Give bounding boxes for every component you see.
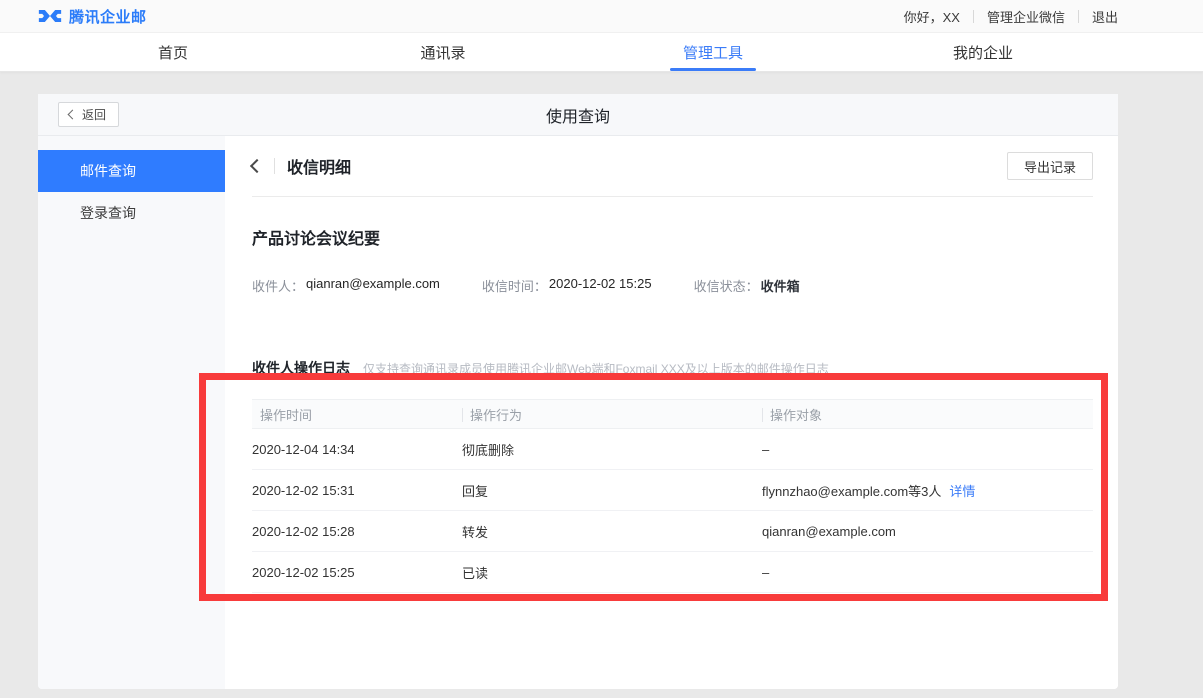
main-content: 收信明细 导出记录 产品讨论会议纪要 收件人： qianran@example.… [225,136,1118,689]
mail-meta: 收件人： qianran@example.com 收信时间： 2020-12-0… [252,276,1093,295]
receive-time-label: 收信时间： [482,276,547,295]
column-header-target: 操作对象 [762,400,1093,428]
tab-my-company[interactable]: 我的企业 [848,33,1118,71]
sidebar-item-mail-query[interactable]: 邮件查询 [38,150,225,192]
detail-header: 收信明细 导出记录 [252,136,1093,197]
panel-header: 返回 使用查询 [38,94,1118,136]
cell-time: 2020-12-02 15:25 [252,552,462,592]
detail-back-button[interactable] [252,161,262,171]
column-header-action: 操作行为 [462,400,762,428]
cell-action: 转发 [462,511,762,551]
sidebar: 邮件查询 登录查询 [38,136,225,689]
detail-link[interactable]: 详情 [949,481,975,500]
page: 腾讯企业邮 你好，XX 管理企业微信 退出 首页 通讯录 管理工具 我的企业 [0,0,1203,698]
table-row: 2020-12-02 15:31 回复 flynnzhao@example.co… [252,470,1093,511]
page-title: 使用查询 [546,103,610,127]
cell-action: 回复 [462,470,762,510]
cell-time: 2020-12-04 14:34 [252,429,462,469]
cell-action: 彻底删除 [462,429,762,469]
table-row: 2020-12-02 15:25 已读 – [252,552,1093,593]
brand-logo[interactable]: 腾讯企业邮 [38,6,147,27]
user-greeting: 你好，XX [904,7,960,26]
tab-contacts[interactable]: 通讯录 [308,33,578,71]
table-header-row: 操作时间 操作行为 操作对象 [252,399,1093,429]
manage-wecom-link[interactable]: 管理企业微信 [987,7,1065,26]
cell-action: 已读 [462,552,762,592]
column-header-time: 操作时间 [252,400,462,428]
cell-target: flynnzhao@example.com等3人 详情 [762,470,1093,510]
brand-name: 腾讯企业邮 [69,6,147,27]
recipient-label: 收件人： [252,276,304,295]
mail-subject: 产品讨论会议纪要 [252,225,1093,249]
receive-time-value: 2020-12-02 15:25 [549,276,652,295]
cell-target: – [762,429,1093,469]
cell-target: – [762,552,1093,592]
table-row: 2020-12-04 14:34 彻底删除 – [252,429,1093,470]
receive-status-label: 收信状态： [694,276,759,295]
main-nav: 首页 通讯录 管理工具 我的企业 [0,33,1203,72]
sidebar-item-login-query[interactable]: 登录查询 [38,192,225,234]
cell-time: 2020-12-02 15:28 [252,511,462,551]
active-tab-underline [670,68,756,71]
detail-title: 收信明细 [287,154,351,178]
recipient-value: qianran@example.com [306,276,440,295]
logout-link[interactable]: 退出 [1092,7,1118,26]
back-button[interactable]: 返回 [58,102,119,127]
operation-log-table: 操作时间 操作行为 操作对象 2020-12-04 14:34 彻底删除 – 2… [252,399,1093,593]
cell-time: 2020-12-02 15:31 [252,470,462,510]
exmail-logo-icon [38,7,62,25]
operation-log-title: 收件人操作日志 [252,358,350,378]
divider [274,158,275,174]
table-row: 2020-12-02 15:28 转发 qianran@example.com [252,511,1093,552]
operation-log-header: 收件人操作日志 仅支持查询通讯录成员使用腾讯企业邮Web端和Foxmail XX… [252,358,1093,378]
tab-admin-tools[interactable]: 管理工具 [578,33,848,71]
operation-log-note: 仅支持查询通讯录成员使用腾讯企业邮Web端和Foxmail XXX及以上版本的邮… [363,360,829,377]
divider [973,10,974,23]
usage-query-panel: 返回 使用查询 邮件查询 登录查询 收信明细 导出记录 产品讨 [38,94,1118,689]
chevron-left-icon [68,110,78,120]
top-bar: 腾讯企业邮 你好，XX 管理企业微信 退出 [0,0,1203,33]
tab-home[interactable]: 首页 [38,33,308,71]
export-records-button[interactable]: 导出记录 [1007,152,1093,180]
receive-status-value: 收件箱 [761,276,800,295]
chevron-left-icon [250,159,264,173]
cell-target: qianran@example.com [762,511,1093,551]
divider [1078,10,1079,23]
